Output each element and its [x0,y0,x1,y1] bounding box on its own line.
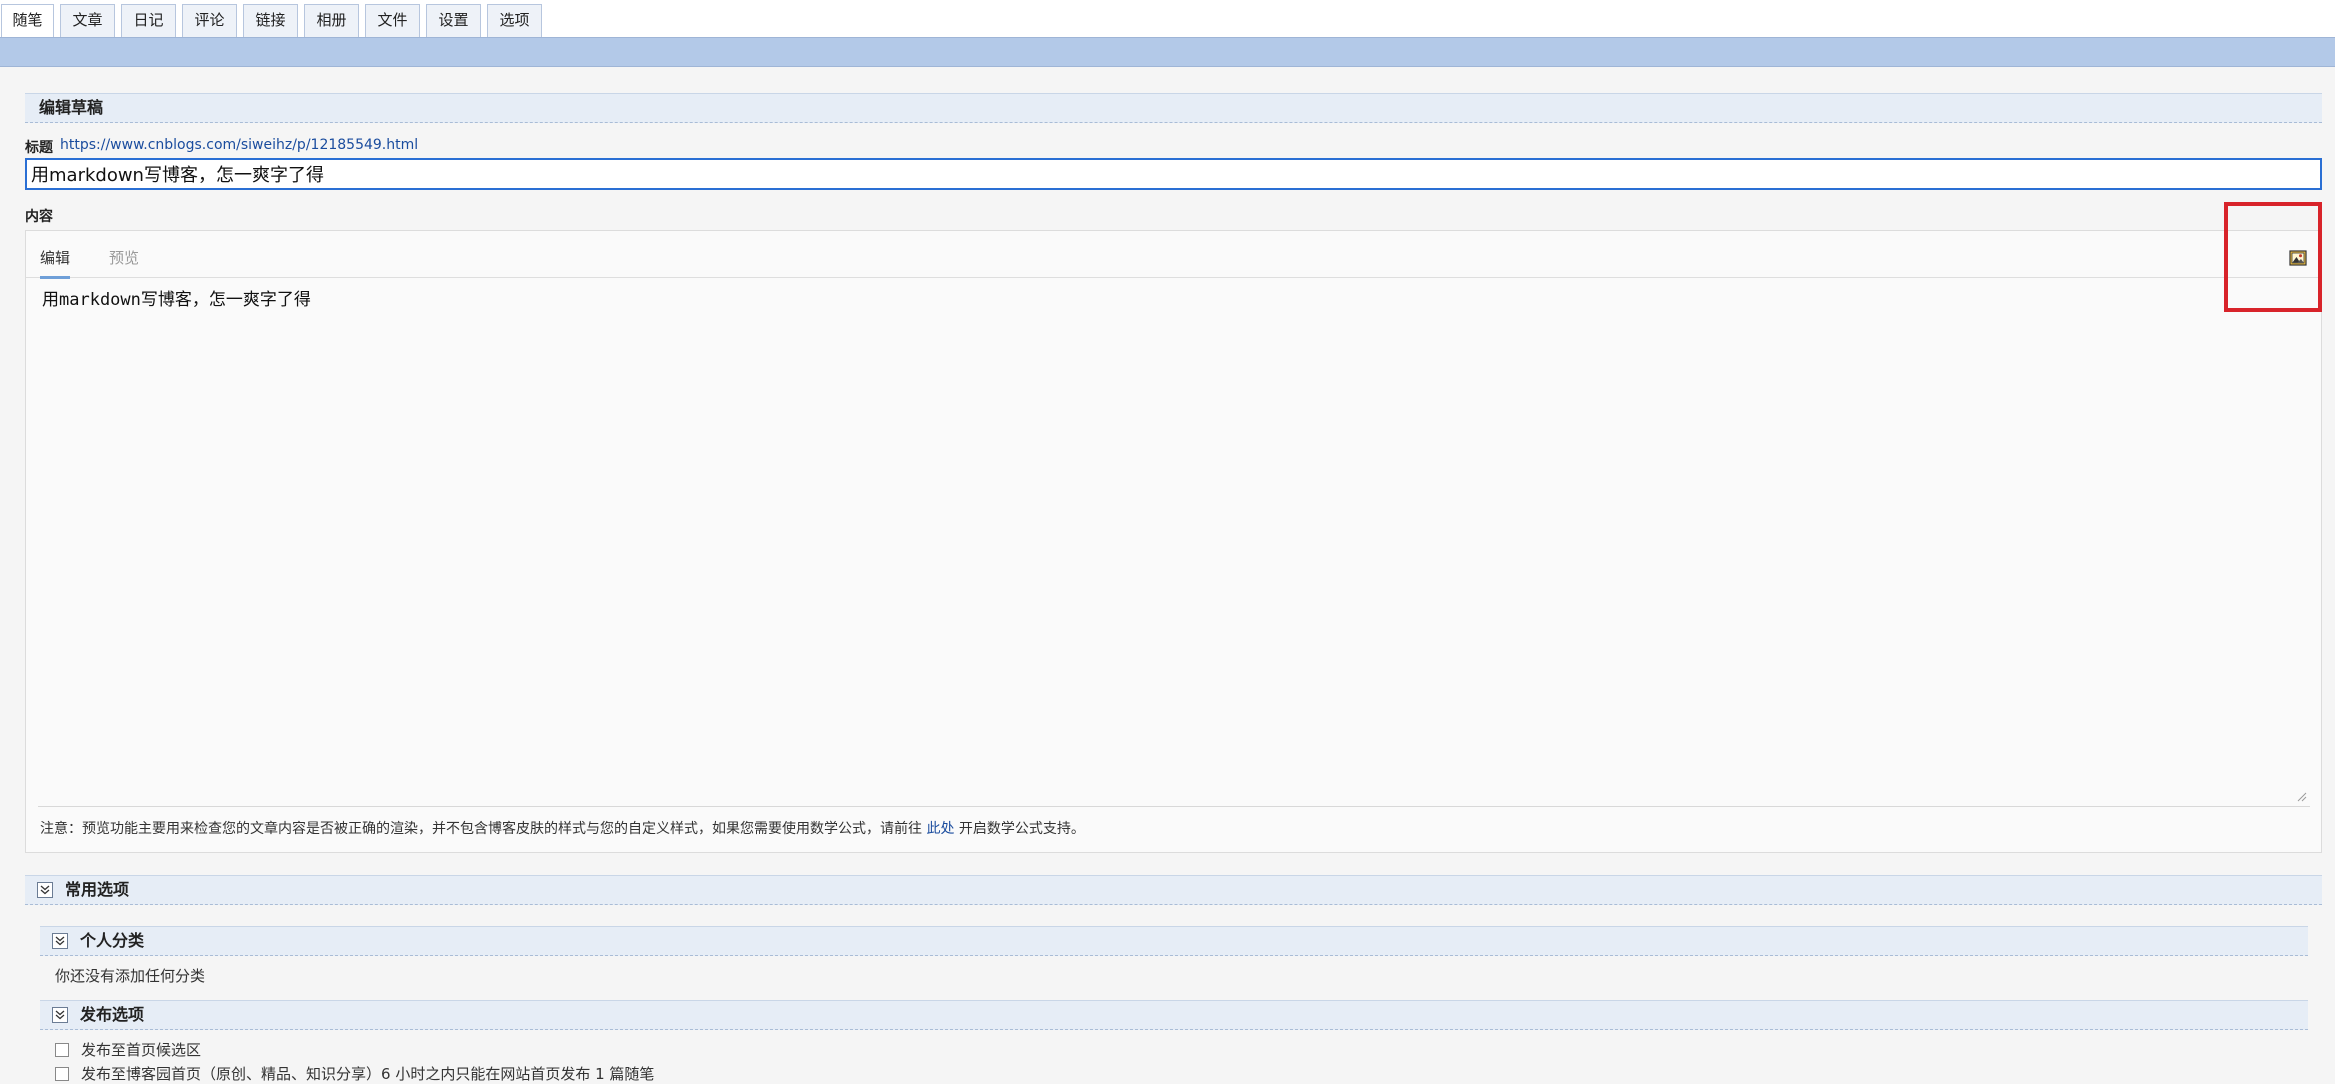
tab-essay[interactable]: 随笔 [1,4,54,37]
post-url-link[interactable]: https://www.cnblogs.com/siweihz/p/121855… [60,137,418,153]
title-label: 标题 [25,140,53,156]
note-prefix: 注意：预览功能主要用来检查您的文章内容是否被正确的渲染，并不包含博客皮肤的样式与… [40,821,922,837]
preview-note: 注意：预览功能主要用来检查您的文章内容是否被正确的渲染，并不包含博客皮肤的样式与… [40,818,1085,838]
editor-tab-edit[interactable]: 编辑 [40,247,71,279]
collapse-toggle-icon[interactable] [37,882,53,898]
content-label: 内容 [25,209,53,225]
editor-tab-preview[interactable]: 预览 [109,247,139,268]
tab-album[interactable]: 相册 [304,4,359,37]
content-editor: 编辑 预览 用markdown写博客，怎一爽字了得 注意：预览功能主要用来检查您… [25,230,2322,853]
title-input[interactable] [25,158,2322,190]
common-options-header[interactable]: 常用选项 [25,875,2322,905]
image-icon[interactable] [2289,249,2307,267]
math-settings-link[interactable]: 此处 [926,821,954,837]
publish-option-row[interactable]: 发布至首页候选区 [55,1039,201,1060]
header-band [0,37,2335,67]
content-textarea[interactable]: 用markdown写博客，怎一爽字了得 [38,279,2310,799]
option-label: 发布至博客园首页（原创、精品、知识分享）6 小时之内只能在网站首页发布 1 篇随… [81,1065,655,1083]
tab-options[interactable]: 选项 [487,4,542,37]
publish-options-title: 发布选项 [80,1005,145,1024]
edit-draft-header: 编辑草稿 [25,93,2322,123]
personal-category-header[interactable]: 个人分类 [40,926,2308,956]
tab-diary[interactable]: 日记 [121,4,176,37]
editor-tab-bar: 编辑 预览 [26,231,2321,279]
collapse-toggle-icon[interactable] [52,933,68,949]
common-options-title: 常用选项 [65,880,130,899]
resize-handle-icon[interactable] [2295,787,2307,802]
editor-divider [38,806,2310,807]
edit-draft-title: 编辑草稿 [39,98,104,117]
tab-links[interactable]: 链接 [243,4,298,37]
tab-comment[interactable]: 评论 [182,4,237,37]
option-label: 发布至首页候选区 [81,1041,202,1059]
homepage-publish-checkbox[interactable] [55,1067,69,1081]
publish-options-header[interactable]: 发布选项 [40,1000,2308,1030]
tab-settings[interactable]: 设置 [426,4,481,37]
publish-option-row[interactable]: 发布至博客园首页（原创、精品、知识分享）6 小时之内只能在网站首页发布 1 篇随… [55,1063,654,1084]
no-category-text: 你还没有添加任何分类 [55,967,206,985]
tab-files[interactable]: 文件 [365,4,420,37]
note-suffix: 开启数学公式支持。 [958,821,1085,837]
top-tab-bar: 随笔 文章 日记 评论 链接 相册 文件 设置 选项 [0,0,2335,37]
tab-article[interactable]: 文章 [60,4,115,37]
personal-category-title: 个人分类 [80,931,145,950]
collapse-toggle-icon[interactable] [52,1007,68,1023]
homepage-candidate-checkbox[interactable] [55,1043,69,1057]
